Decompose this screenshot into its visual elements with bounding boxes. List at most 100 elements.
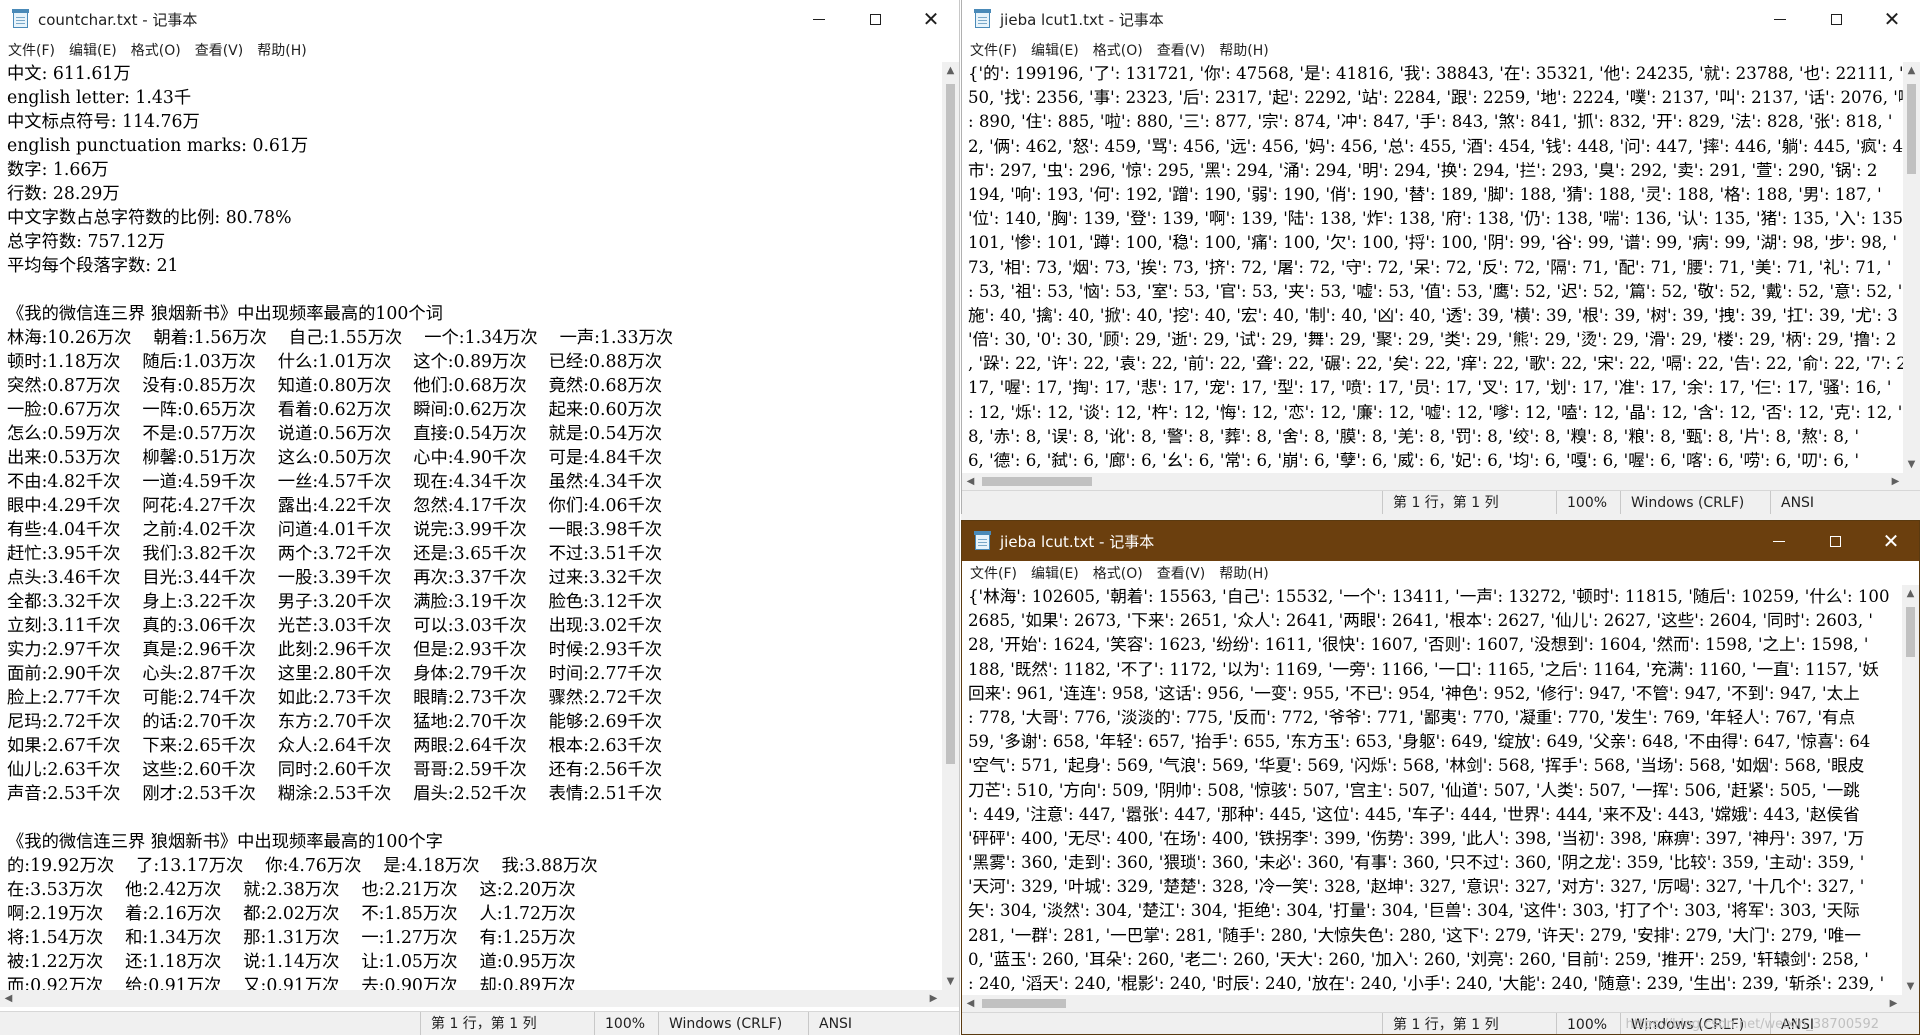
- line-ending: Windows (CRLF): [658, 1012, 782, 1035]
- text-line: 一脸:0.67万次 一阵:0.65万次 看着:0.62万次 瞬间:0.62万次 …: [7, 400, 663, 420]
- text-line: 出来:0.53万次 柳馨:0.51万次 这么:0.50万次 心中:4.90千次 …: [7, 448, 663, 468]
- menu-view[interactable]: 查看(V): [1157, 40, 1206, 60]
- text-line: 《我的微信连三界 狼烟新书》中出现频率最高的100个字: [7, 832, 443, 852]
- vertical-scrollbar[interactable]: ▲ ▼: [1902, 585, 1919, 995]
- text-line: : 240, '滔天': 240, '棍影': 240, '时辰': 240, …: [968, 974, 1885, 993]
- text-line: 0, '蓝玉': 260, '耳朵': 260, '老二': 260, '天大'…: [968, 949, 1869, 969]
- menu-help[interactable]: 帮助(H): [257, 40, 306, 60]
- scroll-down-icon[interactable]: ▼: [1903, 456, 1920, 473]
- menu-view[interactable]: 查看(V): [195, 40, 244, 60]
- text-line: 眼中:4.29千次 阿花:4.27千次 露出:4.22千次 忽然:4.17千次 …: [7, 496, 663, 516]
- scroll-down-icon[interactable]: ▼: [942, 973, 959, 990]
- menu-bar: 文件(F) 编辑(E) 格式(O) 查看(V) 帮助(H): [962, 38, 1920, 62]
- text-line: : 12, '烁': 12, '谈': 12, '杵': 12, '悔': 12…: [968, 402, 1903, 422]
- maximize-button[interactable]: [847, 0, 903, 38]
- text-line: '位': 140, '胸': 139, '登': 139, '啊': 139, …: [968, 209, 1904, 229]
- text-line: 总字符数: 757.12万: [7, 232, 166, 252]
- close-icon: ✕: [922, 7, 940, 31]
- menu-file[interactable]: 文件(F): [8, 40, 55, 60]
- text-line: 50, '找': 2356, '事': 2323, '后': 2317, '起'…: [968, 88, 1904, 108]
- horizontal-scrollbar[interactable]: ◀ ▶: [962, 473, 1904, 490]
- menu-file[interactable]: 文件(F): [970, 40, 1017, 60]
- close-button[interactable]: ✕: [1863, 522, 1919, 560]
- vertical-scrollbar[interactable]: ▲ ▼: [942, 62, 959, 990]
- text-line: 施': 40, '擒': 40, '掀': 40, '挖': 40, '宏': …: [968, 305, 1898, 325]
- close-button[interactable]: ✕: [1864, 0, 1920, 38]
- text-line: 2685, '如果': 2673, '下来': 2651, '众人': 2641…: [968, 611, 1873, 631]
- menu-help[interactable]: 帮助(H): [1219, 563, 1268, 583]
- menu-file[interactable]: 文件(F): [970, 563, 1017, 583]
- text-line: 59, '多谢': 658, '年轻': 657, '抬手': 655, '东方…: [968, 732, 1871, 752]
- text-line: english punctuation marks: 0.61万: [7, 136, 309, 156]
- horizontal-scrollbar[interactable]: ◀ ▶: [0, 990, 942, 1007]
- title-bar[interactable]: jieba lcut.txt - 记事本 ✕: [962, 521, 1919, 561]
- horizontal-scrollbar[interactable]: ◀ ▶: [962, 995, 1902, 1012]
- text-editor[interactable]: 中文: 611.61万 english letter: 1.43千 中文标点符号: …: [0, 62, 942, 990]
- menu-view[interactable]: 查看(V): [1157, 563, 1206, 583]
- hscroll-thumb[interactable]: [982, 477, 1092, 486]
- text-line: '黑雾': 360, '走到': 360, '猥琐': 360, '未必': 3…: [968, 853, 1865, 873]
- text-line: 市': 297, '虫': 296, '惊': 295, '黑': 294, '…: [968, 160, 1878, 180]
- watermark: https://blog.csdn.net/weixin_38700592: [1625, 1017, 1879, 1032]
- title-bar[interactable]: jieba lcut1.txt - 记事本 ✕: [962, 0, 1920, 38]
- text-line: : 53, '祖': 53, '恼': 53, '室': 53, '官': 53…: [968, 281, 1903, 301]
- title-bar[interactable]: countchar.txt - 记事本 ✕: [0, 0, 959, 38]
- scroll-right-icon[interactable]: ▶: [925, 990, 942, 1007]
- text-line: {'林海': 102605, '朝着': 15563, '自己': 15532,…: [968, 587, 1890, 606]
- scroll-up-icon[interactable]: ▲: [1902, 585, 1919, 602]
- scroll-corner: [942, 990, 959, 1007]
- maximize-icon: [1829, 535, 1841, 547]
- close-button[interactable]: ✕: [903, 0, 959, 38]
- scroll-up-icon[interactable]: ▲: [942, 62, 959, 79]
- menu-edit[interactable]: 编辑(E): [69, 40, 117, 60]
- scroll-thumb[interactable]: [1906, 607, 1915, 657]
- text-line: 声音:2.53千次 刚才:2.53千次 糊涂:2.53千次 眉头:2.52千次 …: [7, 784, 663, 804]
- scroll-thumb[interactable]: [946, 84, 955, 764]
- menu-format[interactable]: 格式(O): [1093, 563, 1143, 583]
- maximize-button[interactable]: [1807, 522, 1863, 560]
- text-line: 有些:4.04千次 之前:4.02千次 问道:4.01千次 说完:3.99千次 …: [7, 520, 663, 540]
- notepad-window-jieba-lcut: jieba lcut.txt - 记事本 ✕ 文件(F) 编辑(E) 格式(O)…: [961, 520, 1920, 1035]
- text-line: '倍': 30, '0': 30, '顾': 29, '逝': 29, '试':…: [968, 330, 1897, 350]
- scroll-down-icon[interactable]: ▼: [1902, 978, 1919, 995]
- menu-edit[interactable]: 编辑(E): [1031, 40, 1079, 60]
- menu-help[interactable]: 帮助(H): [1219, 40, 1268, 60]
- status-bar: 第 1 行，第 1 列 100% Windows (CRLF) ANSI: [0, 1011, 959, 1035]
- encoding: ANSI: [1770, 491, 1814, 514]
- cursor-position: 第 1 行，第 1 列: [1382, 491, 1499, 514]
- encoding: ANSI: [808, 1012, 852, 1035]
- menu-format[interactable]: 格式(O): [131, 40, 181, 60]
- status-bar: 第 1 行，第 1 列 100% Windows (CRLF) ANSI htt…: [962, 1012, 1919, 1034]
- text-line: 实力:2.97千次 真是:2.96千次 此刻:2.96千次 但是:2.93千次 …: [7, 640, 663, 660]
- text-line: 立刻:3.11千次 真的:3.06千次 光芒:3.03千次 可以:3.03千次 …: [7, 616, 663, 636]
- zoom-level: 100%: [1556, 1013, 1607, 1034]
- text-line: 赶忙:3.95千次 我们:3.82千次 两个:3.72千次 还是:3.65千次 …: [7, 544, 663, 564]
- menu-format[interactable]: 格式(O): [1093, 40, 1143, 60]
- minimize-button[interactable]: [1751, 522, 1807, 560]
- text-line: 怎么:0.59万次 不是:0.57万次 说道:0.56万次 直接:0.54万次 …: [7, 424, 663, 444]
- scroll-thumb[interactable]: [1907, 84, 1916, 174]
- menu-edit[interactable]: 编辑(E): [1031, 563, 1079, 583]
- text-line: 面前:2.90千次 心头:2.87千次 这里:2.80千次 身体:2.79千次 …: [7, 664, 663, 684]
- scroll-corner: [1903, 473, 1920, 490]
- text-editor[interactable]: {'的': 199196, '了': 131721, '你': 47568, '…: [962, 62, 1904, 473]
- scroll-right-icon[interactable]: ▶: [1885, 995, 1902, 1012]
- vertical-scrollbar[interactable]: ▲ ▼: [1903, 62, 1920, 473]
- notepad-icon: [12, 9, 30, 29]
- text-line: 点头:3.46千次 目光:3.44千次 一股:3.39千次 再次:3.37千次 …: [7, 568, 663, 588]
- minimize-button[interactable]: [791, 0, 847, 38]
- scroll-right-icon[interactable]: ▶: [1887, 473, 1904, 490]
- scroll-left-icon[interactable]: ◀: [962, 473, 979, 490]
- hscroll-thumb[interactable]: [982, 999, 1066, 1008]
- scroll-left-icon[interactable]: ◀: [962, 995, 979, 1012]
- minimize-button[interactable]: [1752, 0, 1808, 38]
- text-line: 不由:4.82千次 一道:4.59千次 一丝:4.57千次 现在:4.34千次 …: [7, 472, 663, 492]
- text-line: 188, '既然': 1182, '不了': 1172, '以为': 1169,…: [968, 659, 1880, 679]
- scroll-left-icon[interactable]: ◀: [0, 990, 17, 1007]
- cursor-position: 第 1 行，第 1 列: [1382, 1013, 1499, 1034]
- text-editor[interactable]: {'林海': 102605, '朝着': 15563, '自己': 15532,…: [962, 585, 1902, 995]
- text-line: 数字: 1.66万: [7, 160, 109, 180]
- maximize-button[interactable]: [1808, 0, 1864, 38]
- scroll-up-icon[interactable]: ▲: [1903, 62, 1920, 79]
- menu-bar: 文件(F) 编辑(E) 格式(O) 查看(V) 帮助(H): [0, 38, 959, 62]
